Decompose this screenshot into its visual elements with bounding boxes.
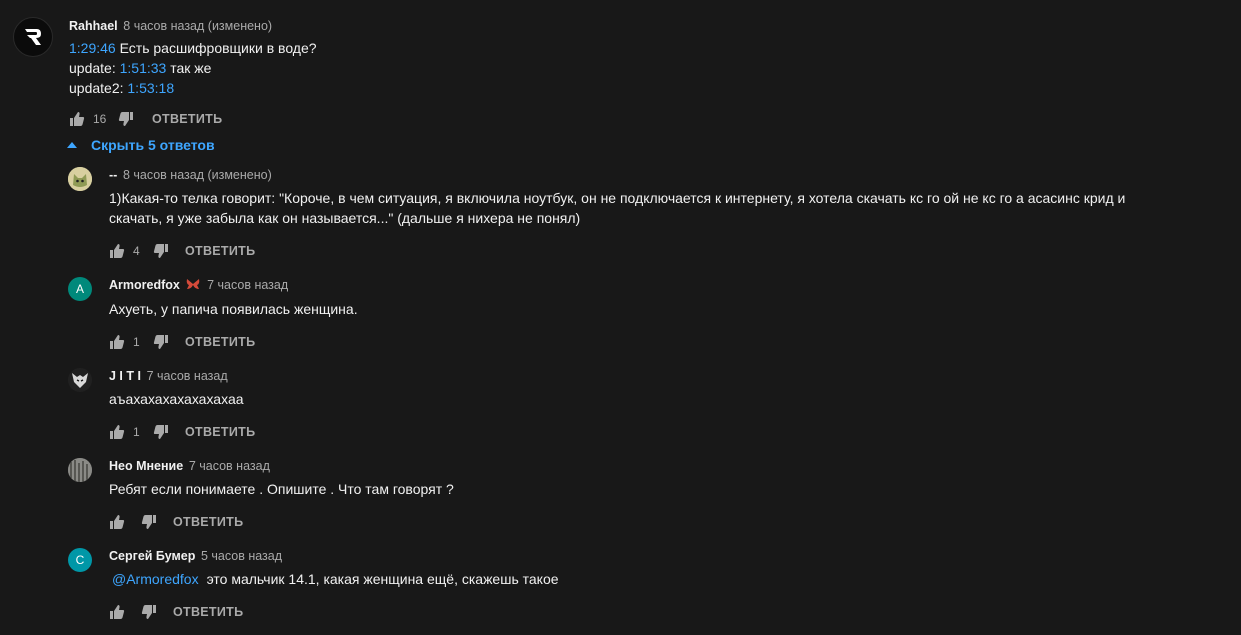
reply-actions: 1 ОТВЕТИТЬ xyxy=(109,332,255,352)
reply-button[interactable]: ОТВЕТИТЬ xyxy=(185,425,255,439)
reply-time[interactable]: 8 часов назад (изменено) xyxy=(123,168,272,182)
like-icon[interactable] xyxy=(109,514,125,530)
reply-text-line: Ребят если понимаете . Опишите . Что там… xyxy=(109,481,454,497)
reply-avatar[interactable] xyxy=(68,167,92,191)
reply-header: -- 8 часов назад (изменено) xyxy=(109,167,272,183)
reply-actions: ОТВЕТИТЬ xyxy=(109,512,243,532)
reply-text-content: это мальчик 14.1, какая женщина ещё, ска… xyxy=(206,571,559,587)
wolf-avatar-icon xyxy=(68,368,92,392)
dislike-icon[interactable] xyxy=(141,604,157,620)
comment-line-prefix: update2: xyxy=(69,80,128,96)
cat-avatar-icon xyxy=(68,167,92,191)
reply-avatar[interactable]: A xyxy=(68,277,92,301)
reply-text-line: скачать, я уже забыла как он называется.… xyxy=(109,210,581,226)
timestamp-link[interactable]: 1:53:18 xyxy=(127,80,174,96)
timestamp-link[interactable]: 1:29:46 xyxy=(69,40,116,56)
dislike-icon[interactable] xyxy=(118,111,134,127)
like-icon[interactable] xyxy=(109,604,125,620)
reply-author[interactable]: -- xyxy=(109,168,117,182)
reply-actions: 1 ОТВЕТИТЬ xyxy=(109,422,255,442)
dislike-icon[interactable] xyxy=(153,424,169,440)
reply-time[interactable]: 7 часов назад xyxy=(207,278,288,292)
reply-text: аъахахахахахахахаа xyxy=(109,389,244,409)
like-icon[interactable] xyxy=(109,424,125,440)
reply-avatar[interactable] xyxy=(68,458,92,482)
dislike-icon[interactable] xyxy=(153,243,169,259)
reply-time[interactable]: 7 часов назад xyxy=(147,369,228,383)
reply-text-line: 1)Какая-то телка говорит: "Короче, в чем… xyxy=(109,190,1126,206)
comment-line: update2: 1:53:18 xyxy=(69,78,317,98)
like-icon[interactable] xyxy=(69,111,85,127)
reply-header: J I T I 7 часов назад xyxy=(109,368,228,384)
caret-up-icon xyxy=(67,140,77,150)
reply-header: Нео Мнение 7 часов назад xyxy=(109,458,270,474)
butterfly-badge-icon xyxy=(186,278,200,294)
author-avatar[interactable] xyxy=(13,17,53,57)
reply-avatar[interactable] xyxy=(68,368,92,392)
reply-author[interactable]: Armoredfox xyxy=(109,278,180,292)
comment-line-text: так же xyxy=(166,60,212,76)
hide-replies-label: Скрыть 5 ответов xyxy=(91,137,215,153)
reply-text-line: аъахахахахахахахаа xyxy=(109,391,244,407)
reply-time[interactable]: 7 часов назад xyxy=(189,459,270,473)
comment-author[interactable]: Rahhael xyxy=(69,19,118,33)
reply-button[interactable]: ОТВЕТИТЬ xyxy=(185,335,255,349)
reply-author[interactable]: Нео Мнение xyxy=(109,459,183,473)
comment-thread: Rahhael 8 часов назад (изменено) 1:29:46… xyxy=(0,0,1241,635)
like-count: 16 xyxy=(93,112,107,126)
reply-actions: ОТВЕТИТЬ xyxy=(109,602,243,622)
mention-link[interactable]: @Armoredfox xyxy=(112,571,199,587)
reply-text: Ребят если понимаете . Опишите . Что там… xyxy=(109,479,454,499)
comment-time[interactable]: 8 часов назад (изменено) xyxy=(123,19,272,33)
comment-line-prefix: update: xyxy=(69,60,120,76)
reply-author[interactable]: Сергей Бумер xyxy=(109,549,195,563)
comment-text: 1:29:46 Есть расшифровщики в воде? updat… xyxy=(69,38,317,98)
dislike-icon[interactable] xyxy=(141,514,157,530)
hide-replies-button[interactable]: Скрыть 5 ответов xyxy=(67,137,215,153)
timestamp-link[interactable]: 1:51:33 xyxy=(120,60,167,76)
like-count: 1 xyxy=(133,335,140,349)
comment-line: 1:29:46 Есть расшифровщики в воде? xyxy=(69,38,317,58)
comment-actions: 16 ОТВЕТИТЬ xyxy=(69,109,222,129)
reply-time[interactable]: 5 часов назад xyxy=(201,549,282,563)
forest-avatar-icon xyxy=(68,458,92,482)
channel-logo-icon xyxy=(25,29,41,45)
avatar-letter: A xyxy=(75,282,84,296)
reply-author[interactable]: J I T I xyxy=(109,369,141,383)
reply-text: @Armoredfox это мальчик 14.1, какая женщи… xyxy=(109,569,559,589)
reply-header: Armoredfox 7 часов назад xyxy=(109,277,288,294)
like-count: 4 xyxy=(133,244,140,258)
reply-button[interactable]: ОТВЕТИТЬ xyxy=(185,244,255,258)
comment-header: Rahhael 8 часов назад (изменено) xyxy=(69,18,272,34)
reply-text: 1)Какая-то телка говорит: "Короче, в чем… xyxy=(109,188,1125,228)
reply-actions: 4 ОТВЕТИТЬ xyxy=(109,241,255,261)
reply-avatar[interactable]: С xyxy=(68,548,92,572)
reply-text: Ахуеть, у папича появилась женщина. xyxy=(109,299,358,319)
reply-text-line: Ахуеть, у папича появилась женщина. xyxy=(109,301,358,317)
comment-line: update: 1:51:33 так же xyxy=(69,58,317,78)
like-icon[interactable] xyxy=(109,334,125,350)
like-icon[interactable] xyxy=(109,243,125,259)
reply-text-line: @Armoredfox это мальчик 14.1, какая женщи… xyxy=(109,569,559,589)
dislike-icon[interactable] xyxy=(153,334,169,350)
reply-button[interactable]: ОТВЕТИТЬ xyxy=(173,605,243,619)
reply-button[interactable]: ОТВЕТИТЬ xyxy=(173,515,243,529)
avatar-letter: С xyxy=(75,553,85,567)
like-count: 1 xyxy=(133,425,140,439)
reply-header: Сергей Бумер 5 часов назад xyxy=(109,548,282,564)
comment-line-text: Есть расшифровщики в воде? xyxy=(115,40,317,56)
reply-button[interactable]: ОТВЕТИТЬ xyxy=(152,112,222,126)
